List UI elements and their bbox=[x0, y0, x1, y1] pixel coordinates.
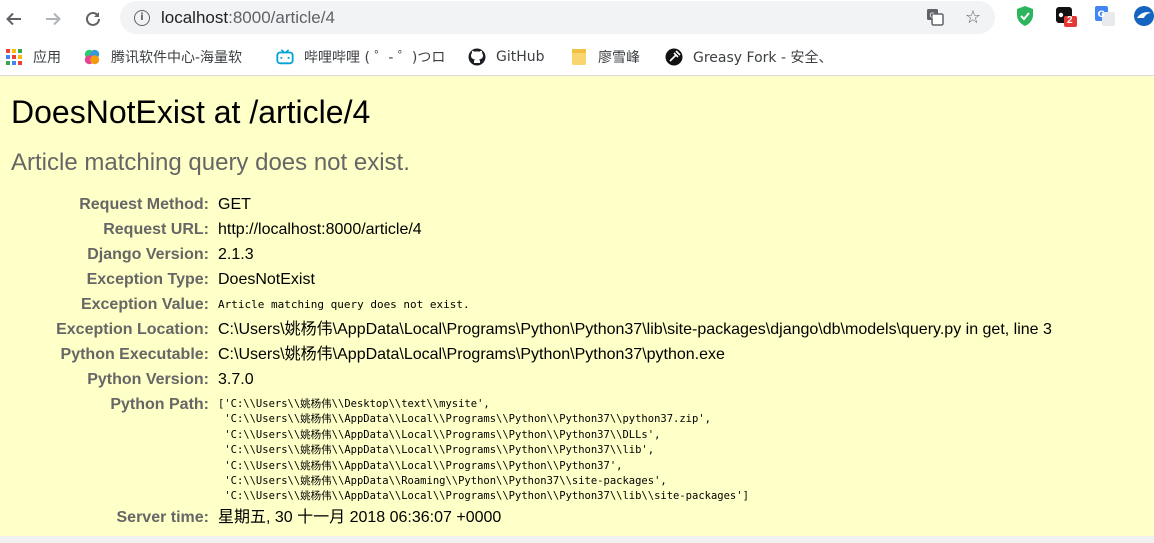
tencent-software-icon bbox=[83, 48, 101, 66]
greasyfork-icon bbox=[665, 48, 683, 66]
meta-value: DoesNotExist bbox=[218, 271, 315, 288]
meta-value: 3.7.0 bbox=[218, 371, 254, 388]
bookmark-label: 腾讯软件中心-海量软 bbox=[111, 50, 243, 66]
meta-row-python-path: Python Path: ['C:\\Users\\姚杨伟\\Desktop\\… bbox=[0, 392, 1052, 505]
meta-value: Article matching query does not exist. bbox=[218, 298, 470, 311]
bookmark-github[interactable]: GitHub bbox=[468, 47, 545, 67]
meta-row-server-time: Server time: 星期五, 30 十一月 2018 06:36:07 +… bbox=[0, 505, 1052, 530]
meta-value: GET bbox=[218, 196, 251, 213]
python-path-list: ['C:\\Users\\姚杨伟\\Desktop\\text\\mysite'… bbox=[218, 398, 749, 503]
back-arrow-icon[interactable] bbox=[1, 6, 27, 32]
meta-label: Request URL: bbox=[103, 221, 209, 238]
bilibili-icon bbox=[276, 48, 294, 66]
meta-label: Exception Type: bbox=[86, 271, 209, 288]
meta-value-cell: ['C:\\Users\\姚杨伟\\Desktop\\text\\mysite'… bbox=[218, 392, 1052, 505]
horizontal-scrollbar[interactable] bbox=[0, 536, 1154, 543]
meta-row-request-url: Request URL: http://localhost:8000/artic… bbox=[0, 217, 1052, 242]
meta-label: Server time: bbox=[116, 508, 210, 526]
meta-label: Django Version: bbox=[87, 246, 209, 263]
error-subtitle: Article matching query does not exist. bbox=[11, 149, 410, 176]
google-translate-extension-icon[interactable]: G bbox=[1094, 5, 1116, 27]
forward-arrow-icon[interactable] bbox=[40, 6, 66, 32]
extension-badge-count: 2 bbox=[1067, 15, 1073, 26]
meta-label: Request Method: bbox=[79, 196, 209, 213]
meta-row-python-executable: Python Executable: C:\Users\姚杨伟\AppData\… bbox=[0, 342, 1052, 367]
meta-value: 星期五, 30 十一月 2018 06:36:07 +0000 bbox=[218, 508, 502, 526]
bookmark-apps[interactable]: 应用 bbox=[5, 47, 61, 67]
shield-extension-icon[interactable] bbox=[1014, 5, 1036, 27]
bookmark-tencent[interactable]: 腾讯软件中心-海量软 bbox=[83, 47, 258, 67]
error-title: DoesNotExist at /article/4 bbox=[11, 94, 371, 130]
meta-label: Python Version: bbox=[87, 371, 209, 388]
meta-label: Python Path: bbox=[110, 396, 209, 413]
django-error-page: DoesNotExist at /article/4 Article match… bbox=[0, 76, 1154, 536]
bookmarks-bar: 应用 腾讯软件中心-海量软 哔哩哔哩 ( ゜- ゜)つロ GitHub 廖雪峰 … bbox=[0, 38, 1154, 76]
address-url: localhost:8000/article/4 bbox=[161, 7, 335, 27]
folder-icon bbox=[570, 48, 588, 66]
meta-row-exception-type: Exception Type: DoesNotExist bbox=[0, 267, 1052, 292]
bookmark-label: 应用 bbox=[33, 50, 61, 66]
svg-text:G: G bbox=[1098, 10, 1105, 20]
bookmark-greasyfork[interactable]: Greasy Fork - 安全、 bbox=[665, 47, 835, 67]
bookmark-label: 廖雪峰 bbox=[598, 50, 640, 66]
browser-toolbar: i localhost:8000/article/4 G ☆ 2 G bbox=[0, 0, 1154, 38]
meta-row-python-version: Python Version: 3.7.0 bbox=[0, 367, 1052, 392]
meta-row-django-version: Django Version: 2.1.3 bbox=[0, 242, 1052, 267]
meta-row-request-method: Request Method: GET bbox=[0, 192, 1052, 217]
address-bar[interactable]: i localhost:8000/article/4 G ☆ bbox=[120, 1, 995, 34]
meta-value: 2.1.3 bbox=[218, 246, 254, 263]
reload-icon[interactable] bbox=[80, 6, 106, 32]
bird-extension-icon[interactable] bbox=[1133, 5, 1154, 27]
meta-row-exception-value: Exception Value: Article matching query … bbox=[0, 292, 1052, 317]
github-icon bbox=[468, 48, 486, 66]
bookmark-bilibili[interactable]: 哔哩哔哩 ( ゜- ゜)つロ bbox=[276, 47, 450, 67]
svg-text:G: G bbox=[930, 12, 935, 20]
meta-value: http://localhost:8000/article/4 bbox=[218, 221, 422, 238]
extension-badge-icon[interactable]: 2 bbox=[1055, 5, 1077, 27]
bookmark-label: 哔哩哔哩 ( ゜- ゜)つロ bbox=[304, 50, 446, 66]
bookmark-liaoxuefeng[interactable]: 廖雪峰 bbox=[570, 47, 640, 67]
bookmark-star-icon[interactable]: ☆ bbox=[963, 7, 983, 27]
translate-icon[interactable]: G bbox=[925, 7, 945, 27]
meta-label: Exception Value: bbox=[80, 296, 209, 313]
bookmark-label: Greasy Fork - 安全、 bbox=[693, 50, 833, 66]
meta-value: C:\Users\姚杨伟\AppData\Local\Programs\Pyth… bbox=[218, 346, 725, 363]
request-meta-table: Request Method: GET Request URL: http://… bbox=[0, 192, 1052, 530]
meta-label: Exception Location: bbox=[56, 321, 209, 338]
meta-label: Python Executable: bbox=[60, 346, 209, 363]
meta-value: C:\Users\姚杨伟\AppData\Local\Programs\Pyth… bbox=[218, 321, 1052, 338]
apps-grid-icon bbox=[5, 48, 23, 66]
site-info-icon[interactable]: i bbox=[134, 9, 150, 26]
meta-row-exception-location: Exception Location: C:\Users\姚杨伟\AppData… bbox=[0, 317, 1052, 342]
bookmark-label: GitHub bbox=[496, 49, 545, 65]
